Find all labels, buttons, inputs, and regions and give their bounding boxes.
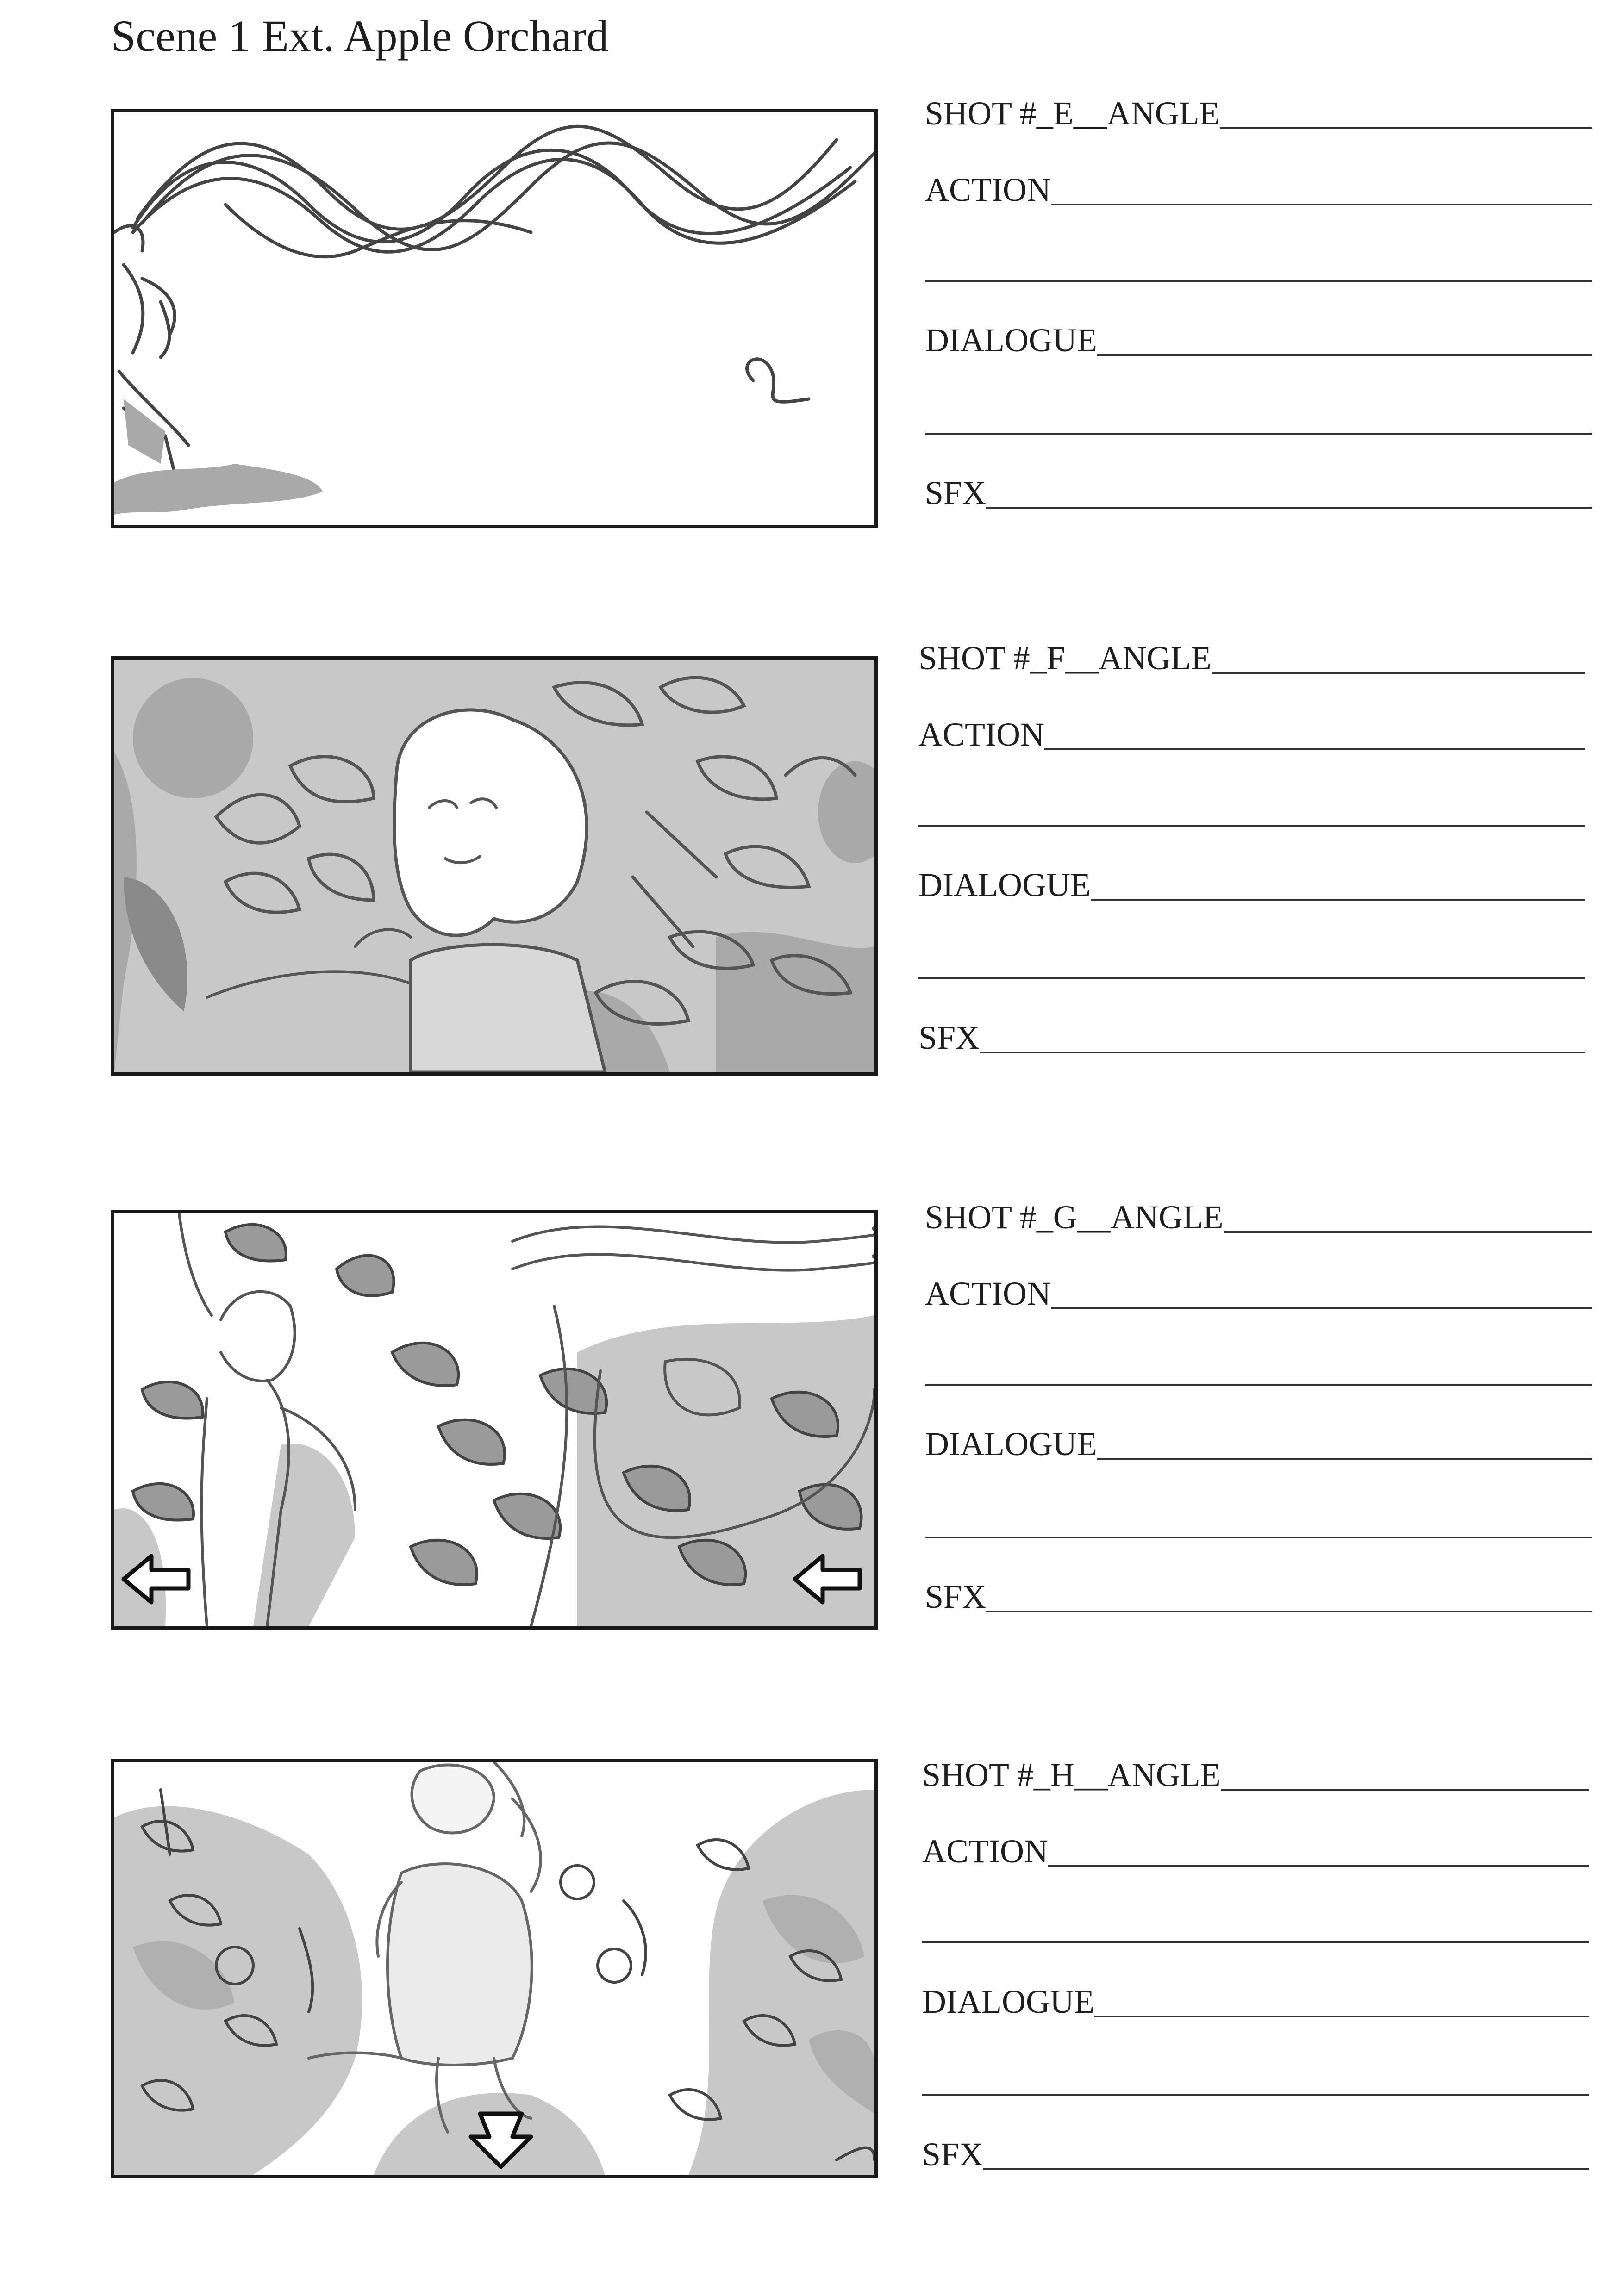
write-line	[1050, 1307, 1592, 1309]
storyboard-panel-f	[111, 656, 878, 1076]
shot-angle-field[interactable]: SHOT #_F__ANGLE	[918, 640, 1585, 677]
storyboard-panel-g	[111, 1210, 878, 1630]
dialogue-label: DIALOGUE	[918, 866, 1091, 903]
write-line	[925, 280, 1592, 282]
dialogue-field[interactable]: DIALOGUE	[925, 1425, 1592, 1462]
action-field[interactable]: ACTION	[925, 171, 1592, 208]
write-line	[983, 2168, 1589, 2170]
dialogue-label: DIALOGUE	[925, 322, 1097, 359]
sfx-label: SFX	[922, 2136, 984, 2173]
storyboard-panel-e	[111, 109, 878, 528]
write-line	[1094, 2016, 1589, 2017]
shot-angle-field[interactable]: SHOT #_H__ANGLE	[922, 1756, 1589, 1793]
action-label: ACTION	[918, 716, 1044, 753]
sketch-running-girl-streamers	[114, 124, 874, 515]
action-field[interactable]: ACTION	[925, 1275, 1592, 1312]
dialogue-label: DIALOGUE	[925, 1425, 1097, 1462]
write-line	[918, 977, 1585, 979]
write-line	[925, 1384, 1592, 1386]
dialogue-field[interactable]: DIALOGUE	[918, 866, 1585, 903]
write-line	[1097, 354, 1592, 356]
storyboard-panel-h	[111, 1759, 878, 2178]
sfx-field[interactable]: SFX	[918, 1019, 1585, 1056]
write-line	[1048, 1865, 1589, 1867]
write-line	[1090, 899, 1585, 901]
shot-angle-label: SHOT #_G__ANGLE	[925, 1199, 1224, 1236]
action-field[interactable]: ACTION	[922, 1833, 1589, 1870]
write-line	[986, 507, 1592, 509]
sfx-field[interactable]: SFX	[925, 474, 1592, 511]
sfx-field[interactable]: SFX	[922, 2136, 1589, 2173]
dialogue-field-continued[interactable]	[925, 400, 1592, 437]
sfx-label: SFX	[918, 1019, 980, 1056]
sketch-girl-profile-leaves	[114, 1213, 874, 1626]
write-line	[986, 1611, 1592, 1612]
write-line	[1223, 1231, 1592, 1233]
dialogue-field-continued[interactable]	[918, 945, 1585, 982]
page-title: Scene 1 Ext. Apple Orchard	[111, 11, 609, 61]
sketch-girl-running-toward-camera	[114, 1762, 874, 2175]
action-field[interactable]: ACTION	[918, 716, 1585, 753]
write-line	[1211, 672, 1585, 674]
shot-angle-label: SHOT #_H__ANGLE	[922, 1756, 1221, 1793]
write-line	[925, 433, 1592, 435]
action-field-continued[interactable]	[925, 248, 1592, 285]
dialogue-field-continued[interactable]	[925, 1504, 1592, 1541]
write-line	[1050, 204, 1592, 205]
write-line	[1044, 748, 1585, 750]
write-line	[922, 2094, 1589, 2096]
shot-angle-label: SHOT #_E__ANGLE	[925, 95, 1220, 132]
sfx-label: SFX	[925, 1578, 987, 1615]
dialogue-field[interactable]: DIALOGUE	[925, 322, 1592, 359]
action-label: ACTION	[922, 1833, 1048, 1870]
write-line	[925, 1537, 1592, 1538]
dialogue-label: DIALOGUE	[922, 1983, 1094, 2020]
write-line	[980, 1052, 1585, 1053]
sfx-field[interactable]: SFX	[925, 1578, 1592, 1615]
sketch-girl-closeup-leaves	[114, 660, 874, 1072]
write-line	[1219, 127, 1592, 129]
shot-angle-label: SHOT #_F__ANGLE	[918, 640, 1212, 677]
write-line	[1220, 1789, 1589, 1791]
shot-angle-field[interactable]: SHOT #_G__ANGLE	[925, 1199, 1592, 1236]
action-label: ACTION	[925, 1275, 1051, 1312]
action-field-continued[interactable]	[922, 1909, 1589, 1946]
dialogue-field-continued[interactable]	[922, 2062, 1589, 2099]
dialogue-field[interactable]: DIALOGUE	[922, 1983, 1589, 2020]
write-line	[1097, 1458, 1592, 1460]
action-field-continued[interactable]	[925, 1351, 1592, 1388]
shot-angle-field[interactable]: SHOT #_E__ANGLE	[925, 95, 1592, 132]
action-field-continued[interactable]	[918, 792, 1585, 829]
write-line	[922, 1941, 1589, 1943]
write-line	[918, 825, 1585, 827]
sfx-label: SFX	[925, 474, 987, 511]
action-label: ACTION	[925, 171, 1051, 208]
